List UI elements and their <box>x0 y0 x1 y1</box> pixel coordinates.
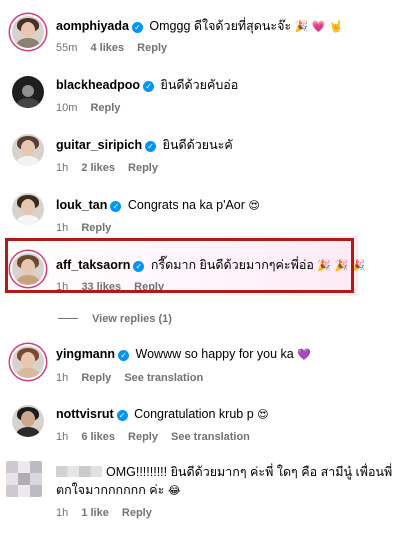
username[interactable]: blackheadpoo <box>56 78 140 92</box>
timestamp: 1h <box>56 372 69 384</box>
blurred-avatar[interactable] <box>6 461 42 497</box>
rock-hand-icon: 🤘 <box>329 21 343 33</box>
party-popper-icon: 🎉 <box>294 21 309 33</box>
timestamp: 55m <box>56 42 78 54</box>
username[interactable]: louk_tan <box>56 198 107 212</box>
avatar[interactable] <box>12 346 44 378</box>
see-translation-button[interactable]: See translation <box>171 431 250 443</box>
avatar[interactable] <box>12 16 44 48</box>
reply-button[interactable]: Reply <box>128 162 158 174</box>
likes-count[interactable]: 1 like <box>81 507 109 519</box>
view-replies-button[interactable]: View replies (1) <box>58 313 172 325</box>
verified-badge-icon: ✓ <box>110 201 122 212</box>
reply-button[interactable]: Reply <box>137 42 167 54</box>
comment-text: ยินดีด้วยคับอ่อ <box>160 78 239 92</box>
reply-button[interactable]: Reply <box>122 507 152 519</box>
comment-text: Wowww so happy for you ka <box>135 347 294 361</box>
verified-badge-icon: ✓ <box>143 81 155 92</box>
verified-badge-icon: ✓ <box>131 22 143 33</box>
username[interactable]: yingmann <box>56 347 115 361</box>
heart-eyes-icon: 😍 <box>257 409 269 421</box>
verified-badge-icon: ✓ <box>118 350 130 361</box>
comment-text: Congratulation krub p <box>134 407 254 421</box>
comment-text: ยินดีด้วยนะคั <box>162 138 233 152</box>
purple-heart-icon: 💜 <box>297 349 311 361</box>
avatar[interactable] <box>12 76 44 108</box>
comment-text-line2: ตกใจมากกกกกก ค่ะ <box>56 483 165 497</box>
view-replies-label: View replies (1) <box>92 313 172 325</box>
verified-badge-icon: ✓ <box>116 410 128 421</box>
username[interactable]: guitar_siripich <box>56 138 142 152</box>
username[interactable]: aomphiyada <box>56 19 129 33</box>
avatar[interactable] <box>12 405 44 437</box>
timestamp: 1h <box>56 507 69 519</box>
timestamp: 1h <box>56 222 69 234</box>
replies-divider <box>58 318 78 319</box>
laughing-icon: 😂 <box>167 485 181 497</box>
blurred-username[interactable] <box>56 466 102 477</box>
heart-eyes-icon: 😍 <box>248 200 260 212</box>
timestamp: 1h <box>56 162 69 174</box>
reply-button[interactable]: Reply <box>90 102 120 114</box>
username[interactable]: nottvisrut <box>56 407 114 421</box>
avatar[interactable] <box>12 193 44 225</box>
likes-count[interactable]: 6 likes <box>81 431 115 443</box>
highlight-box <box>5 238 354 293</box>
see-translation-button[interactable]: See translation <box>124 372 203 384</box>
reply-button[interactable]: Reply <box>128 431 158 443</box>
comment-text: Omggg ดีใจด้วยที่สุดนะจ๊ะ <box>149 19 292 33</box>
timestamp: 10m <box>56 102 78 114</box>
timestamp: 1h <box>56 431 69 443</box>
comment-text: Congrats na ka p'Aor <box>127 198 245 212</box>
reply-button[interactable]: Reply <box>81 372 111 384</box>
likes-count[interactable]: 4 likes <box>90 42 124 54</box>
comment-text-line1: OMG!!!!!!!!! ยินดีด้วยมากๆ ค่ะพี่ ใดๆ คื… <box>106 465 393 479</box>
likes-count[interactable]: 2 likes <box>81 162 115 174</box>
reply-button[interactable]: Reply <box>81 222 111 234</box>
avatar[interactable] <box>12 134 44 166</box>
verified-badge-icon: ✓ <box>145 141 157 152</box>
heart-icon: 💗 <box>311 21 326 33</box>
